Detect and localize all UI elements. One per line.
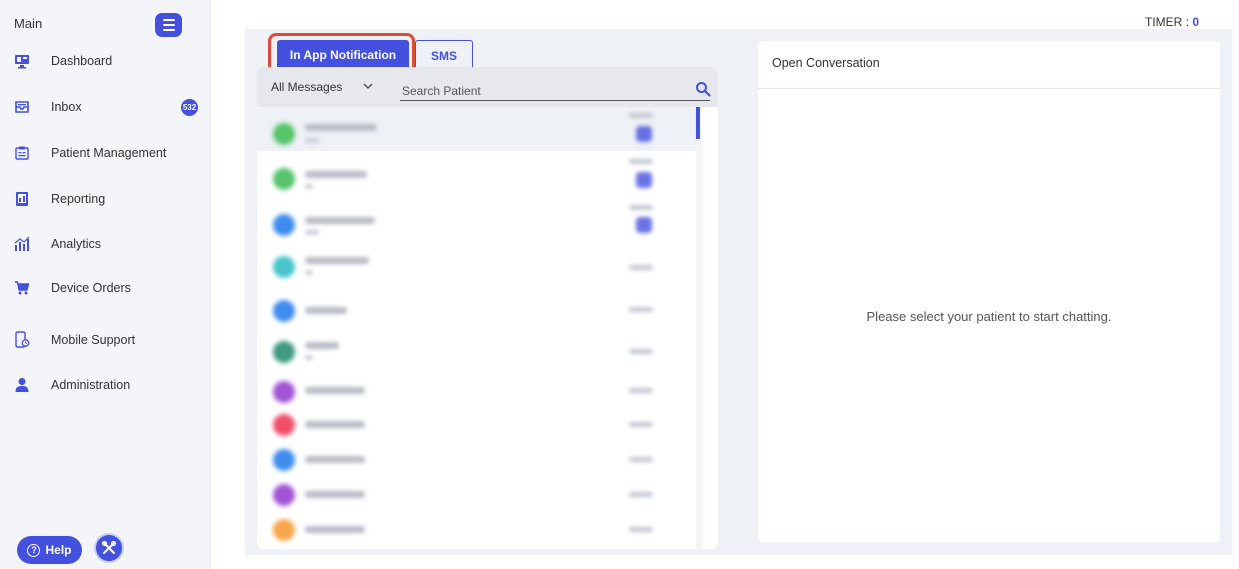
redacted-time <box>629 265 653 270</box>
patient-row[interactable] <box>257 283 696 327</box>
redacted-name <box>305 307 347 314</box>
timer: TIMER : 0 <box>1145 15 1199 29</box>
avatar <box>273 341 295 363</box>
conversation-panel: Open Conversation Please select your pat… <box>758 41 1220 542</box>
sidebar-item-label: Patient Management <box>51 146 167 160</box>
avatar <box>273 449 295 471</box>
redacted-time <box>629 205 653 210</box>
redacted-time <box>629 457 653 462</box>
tools-button[interactable] <box>94 533 124 563</box>
redacted-time <box>629 159 653 164</box>
search-icon[interactable] <box>695 81 711 97</box>
patient-list <box>257 107 696 549</box>
menu-toggle-button[interactable] <box>155 13 182 37</box>
unread-indicator <box>636 217 652 233</box>
help-button[interactable]: ? Help <box>17 536 82 564</box>
avatar <box>273 484 295 506</box>
search-patient-input[interactable] <box>400 81 710 101</box>
redacted-time <box>629 388 653 393</box>
chevron-down-icon[interactable] <box>362 80 374 92</box>
patient-row[interactable] <box>257 151 696 195</box>
sidebar-item-label: Administration <box>51 378 131 392</box>
redacted-name <box>305 124 377 131</box>
sidebar-item-mobile-support[interactable]: Mobile Support <box>0 326 210 354</box>
mobile-support-icon <box>13 331 31 349</box>
patient-row[interactable] <box>257 195 696 239</box>
redacted-name <box>305 171 367 178</box>
filter-bar: All Messages <box>257 67 718 107</box>
message-filter-select[interactable]: All Messages <box>271 80 342 94</box>
sidebar-item-reporting[interactable]: Reporting <box>0 185 210 213</box>
hamburger-icon <box>162 19 175 21</box>
redacted-name <box>305 491 365 498</box>
monitor-icon <box>13 52 31 70</box>
avatar <box>273 519 295 541</box>
sidebar-item-label: Reporting <box>51 192 106 206</box>
sidebar-item-inbox[interactable]: Inbox 532 <box>0 93 210 121</box>
redacted-name <box>305 421 365 428</box>
sidebar-item-administration[interactable]: Administration <box>0 371 210 399</box>
sidebar-item-analytics[interactable]: Analytics <box>0 230 210 258</box>
patient-row[interactable] <box>257 239 696 283</box>
sidebar-item-dashboard[interactable]: Dashboard <box>0 47 210 75</box>
patient-row[interactable] <box>257 515 696 549</box>
sidebar-item-label: Dashboard <box>51 54 113 68</box>
redacted-time <box>629 492 653 497</box>
patient-list-scrollbar[interactable] <box>696 107 702 549</box>
redacted-time <box>629 527 653 532</box>
redacted-time <box>629 307 653 312</box>
tools-icon <box>101 540 117 554</box>
avatar <box>273 123 295 145</box>
tab-sms[interactable]: SMS <box>415 40 473 70</box>
redacted-subtext <box>305 184 313 189</box>
sidebar-item-device-orders[interactable]: Device Orders <box>0 274 210 302</box>
avatar <box>273 414 295 436</box>
inbox-count-badge: 532 <box>181 98 198 116</box>
redacted-time <box>629 422 653 427</box>
avatar <box>273 381 295 403</box>
help-label: Help <box>45 543 72 557</box>
sidebar-heading: Main <box>14 16 43 31</box>
sidebar-item-label: Mobile Support <box>51 333 136 347</box>
question-icon: ? <box>27 543 41 557</box>
avatar <box>273 168 295 190</box>
patient-list-panel: All Messages <box>257 67 718 549</box>
patient-row[interactable] <box>257 107 696 151</box>
redacted-time <box>629 349 653 354</box>
sidebar-item-label: Inbox <box>51 100 82 114</box>
redacted-subtext <box>305 270 313 275</box>
redacted-name <box>305 387 365 394</box>
conversation-title: Open Conversation <box>772 56 880 70</box>
patient-row[interactable] <box>257 327 696 371</box>
scrollbar-thumb[interactable] <box>696 107 700 139</box>
timer-value: 0 <box>1192 15 1199 29</box>
patient-management-icon <box>13 144 31 162</box>
redacted-time <box>629 113 653 118</box>
sidebar-item-label: Analytics <box>51 237 102 251</box>
timer-label: TIMER : <box>1144 15 1189 29</box>
sidebar: Main Dashboard Inbox 532 Patient Managem… <box>0 0 211 569</box>
avatar <box>273 214 295 236</box>
cart-icon <box>13 279 31 297</box>
inbox-icon <box>13 98 31 116</box>
redacted-name <box>305 456 365 463</box>
redacted-subtext <box>305 230 319 235</box>
divider <box>758 88 1220 89</box>
sidebar-item-patient-management[interactable]: Patient Management <box>0 139 210 167</box>
redacted-subtext <box>305 355 313 360</box>
redacted-name <box>305 526 365 533</box>
unread-indicator <box>636 172 652 188</box>
analytics-icon <box>13 235 31 253</box>
avatar <box>273 256 295 278</box>
redacted-subtext <box>305 138 319 143</box>
user-icon <box>13 376 31 394</box>
sidebar-item-label: Device Orders <box>51 281 131 295</box>
reporting-icon <box>13 190 31 208</box>
redacted-name <box>305 342 339 349</box>
empty-conversation-message: Please select your patient to start chat… <box>866 309 1112 324</box>
redacted-name <box>305 257 369 264</box>
unread-indicator <box>636 126 652 142</box>
redacted-name <box>305 217 375 224</box>
avatar <box>273 300 295 322</box>
